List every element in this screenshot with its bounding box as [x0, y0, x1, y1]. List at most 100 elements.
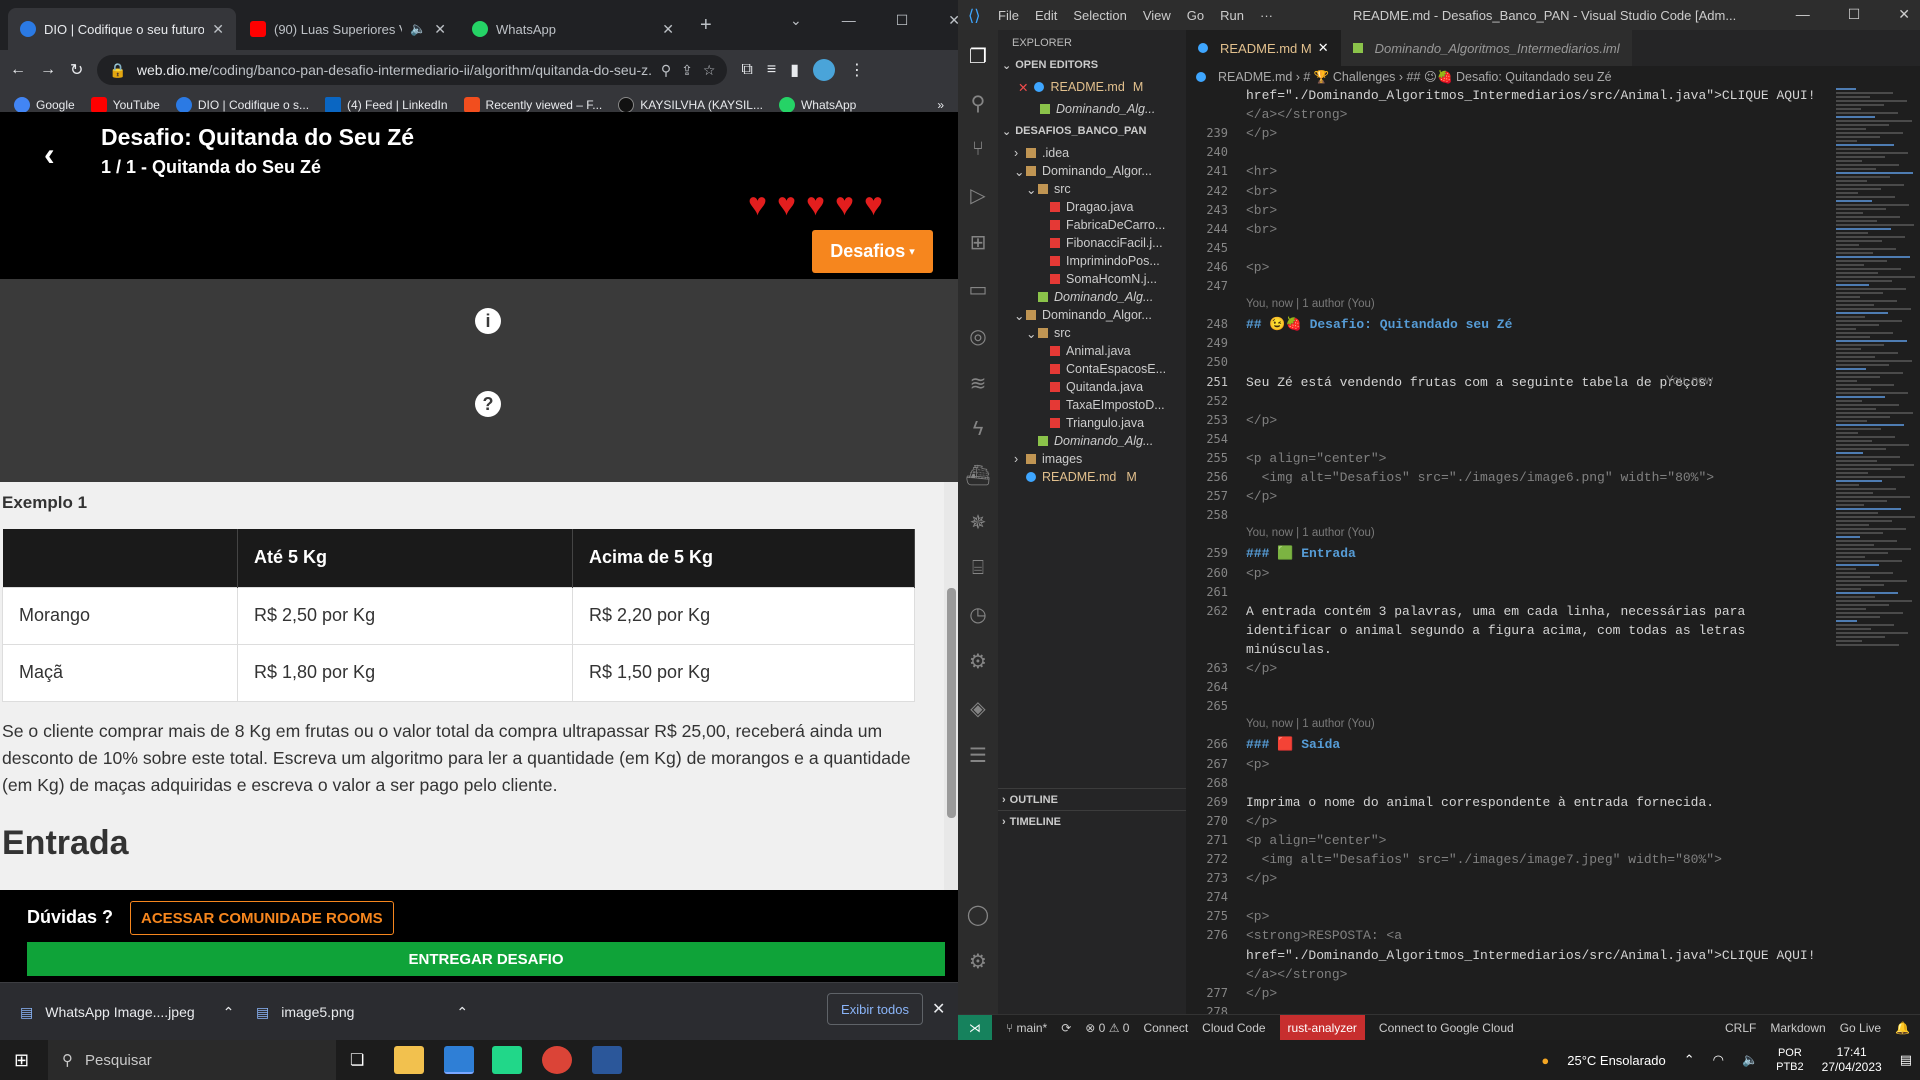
chevron-up-icon[interactable]: ⌃	[223, 1004, 235, 1021]
chevron-up-icon[interactable]: ⌃	[1684, 1052, 1695, 1068]
back-chevron-icon[interactable]: ‹	[44, 136, 64, 172]
cylinder-icon[interactable]: ⌸	[972, 557, 984, 580]
search-icon[interactable]: ⚲	[971, 91, 986, 116]
more-bookmarks-button[interactable]: »	[937, 98, 944, 112]
connect-status[interactable]: Connect	[1143, 1021, 1188, 1035]
eol-status[interactable]: CRLF	[1725, 1021, 1756, 1035]
menu-run[interactable]: Run	[1220, 8, 1244, 23]
tab-whatsapp[interactable]: WhatsApp ✕	[460, 8, 686, 50]
reload-icon[interactable]: ↻	[70, 60, 83, 80]
chevron-up-icon[interactable]: ⌃	[456, 1004, 468, 1021]
chevron-down-icon[interactable]: ⌄	[1026, 182, 1038, 197]
code-editor[interactable]: href="./Dominando_Algoritmos_Intermediar…	[1246, 88, 1816, 1039]
database-icon[interactable]: ≋	[970, 371, 987, 396]
bookmark-figma[interactable]: Recently viewed – F...	[463, 96, 602, 113]
open-editor-item[interactable]: ✕ README.md M	[998, 76, 1186, 98]
settings-icon[interactable]: ⚙	[969, 649, 987, 674]
keyboard-layout[interactable]: POR PTB2	[1776, 1046, 1804, 1074]
bookmark-github[interactable]: KAYSILVHA (KAYSIL...	[618, 96, 763, 113]
problems-status[interactable]: ⊗ 0 ⚠ 0	[1085, 1021, 1129, 1035]
show-all-downloads-button[interactable]: Exibir todos	[827, 993, 923, 1025]
weather-text[interactable]: 25°C Ensolarado	[1567, 1053, 1665, 1068]
bookmark-linkedin[interactable]: (4) Feed | LinkedIn	[325, 96, 448, 113]
chevron-down-icon[interactable]: ⌄	[1014, 164, 1026, 179]
branch-status[interactable]: ⑂ main*	[1006, 1021, 1047, 1035]
windows-start-icon[interactable]: ⊞	[14, 1050, 29, 1071]
chrome-icon[interactable]	[542, 1046, 572, 1074]
menu-dots-icon[interactable]: ⋮	[849, 60, 865, 80]
docker-icon[interactable]: ⛴	[965, 463, 990, 488]
maximize-icon[interactable]: ☐	[1848, 6, 1861, 23]
github-icon[interactable]: ◎	[969, 324, 986, 349]
sync-icon[interactable]: ⟳	[1061, 1021, 1071, 1035]
close-tab-icon[interactable]: ✕	[434, 21, 446, 38]
minimap[interactable]	[1830, 88, 1920, 1014]
scrollbar-thumb[interactable]	[947, 588, 956, 818]
download-item[interactable]: ▤ image5.png ⌃	[236, 983, 488, 1040]
download-item[interactable]: ▤ WhatsApp Image....jpeg ⌃	[0, 983, 254, 1040]
zoom-icon[interactable]: ⚲	[661, 62, 671, 79]
help-icon[interactable]: ?	[475, 391, 501, 417]
profile-avatar[interactable]	[813, 59, 835, 81]
tab-dio[interactable]: DIO | Codifique o seu futuro gl ✕	[8, 8, 236, 50]
maximize-icon[interactable]: ☐	[896, 12, 909, 29]
close-icon[interactable]: ✕	[1018, 80, 1028, 95]
language-status[interactable]: Markdown	[1770, 1021, 1825, 1035]
clock[interactable]: 17:41 27/04/2023	[1822, 1045, 1882, 1075]
chevron-right-icon[interactable]: ›	[1014, 146, 1026, 160]
remote-explorer-icon[interactable]: ▭	[969, 277, 988, 302]
minimize-icon[interactable]: —	[1796, 6, 1810, 23]
menu-more[interactable]: ···	[1260, 8, 1273, 23]
cloud-code-icon[interactable]: ◈	[970, 696, 985, 721]
menu-view[interactable]: View	[1143, 8, 1171, 23]
go-live-status[interactable]: Go Live	[1840, 1021, 1881, 1035]
editor-tab-readme[interactable]: README.md M ✕	[1186, 30, 1341, 66]
account-icon[interactable]: ◯	[967, 902, 989, 927]
chevron-down-icon[interactable]: ⌄	[790, 12, 802, 29]
close-icon[interactable]: ✕	[948, 12, 958, 29]
rust-analyzer-status[interactable]: rust-analyzer	[1279, 1014, 1365, 1040]
bookmark-dio[interactable]: DIO | Codifique o s...	[175, 96, 309, 113]
close-tab-icon[interactable]: ✕	[212, 21, 224, 38]
bell-icon[interactable]: 🔔	[1895, 1021, 1910, 1035]
close-tab-icon[interactable]: ✕	[662, 21, 674, 38]
file-explorer-icon[interactable]	[394, 1046, 424, 1074]
speaker-icon[interactable]: 🔈	[410, 21, 426, 37]
tab-youtube[interactable]: (90) Luas Superiores VS. H 🔈 ✕	[238, 8, 458, 50]
rooms-button[interactable]: ACESSAR COMUNIDADE ROOMS	[130, 901, 394, 935]
forward-arrow-icon[interactable]: →	[40, 61, 56, 79]
close-downloads-icon[interactable]: ✕	[932, 999, 945, 1019]
list-icon[interactable]: ☰	[969, 743, 987, 768]
tree-item[interactable]: README.md M	[998, 466, 1186, 488]
bookmark-youtube[interactable]: YouTube	[90, 96, 160, 113]
taskbar-search[interactable]: ⚲ Pesquisar	[48, 1040, 336, 1080]
minimize-icon[interactable]: —	[842, 12, 856, 29]
pycharm-icon[interactable]	[492, 1046, 522, 1074]
explorer-icon[interactable]: ❐	[969, 44, 987, 69]
google-cloud-status[interactable]: Connect to Google Cloud	[1379, 1021, 1514, 1035]
sidepanel-icon[interactable]: ▮	[790, 60, 799, 80]
close-icon[interactable]: ✕	[1898, 6, 1910, 23]
desafios-dropdown-button[interactable]: Desafios ▾	[812, 230, 933, 273]
reading-list-icon[interactable]: ≡	[767, 61, 776, 79]
bookmark-google[interactable]: Google	[14, 96, 75, 113]
network-icon[interactable]: ◠	[1713, 1052, 1724, 1068]
run-debug-icon[interactable]: ▷	[970, 183, 985, 208]
menu-selection[interactable]: Selection	[1073, 8, 1126, 23]
timer-icon[interactable]: ◷	[969, 602, 986, 627]
outline-section[interactable]: › OUTLINE	[998, 788, 1186, 810]
extensions-icon[interactable]: ⊞	[970, 230, 987, 255]
task-view-icon[interactable]: ❏	[350, 1050, 364, 1070]
bookmark-whatsapp[interactable]: WhatsApp	[778, 96, 856, 113]
word-icon[interactable]	[592, 1046, 622, 1074]
submit-challenge-button[interactable]: ENTREGAR DESAFIO	[27, 942, 945, 976]
volume-icon[interactable]: 🔈	[1742, 1052, 1758, 1068]
close-icon[interactable]: ✕	[1318, 40, 1329, 56]
vscode-taskbar-icon[interactable]	[444, 1046, 474, 1074]
star-icon[interactable]: ☆	[703, 62, 716, 79]
extensions-icon[interactable]: ⧉	[741, 61, 752, 79]
chevron-down-icon[interactable]: ⌄	[1026, 326, 1038, 341]
menu-edit[interactable]: Edit	[1035, 8, 1057, 23]
open-editor-item[interactable]: Dominando_Alg...	[998, 98, 1186, 120]
info-icon[interactable]: i	[475, 308, 501, 334]
